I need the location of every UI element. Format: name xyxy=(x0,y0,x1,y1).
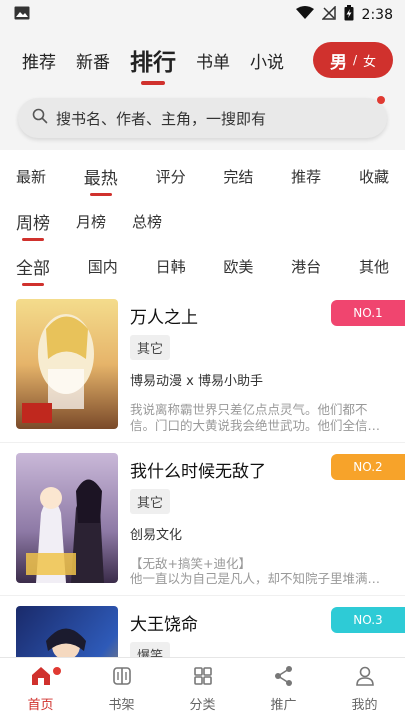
filter-hottest[interactable]: 最热 xyxy=(84,164,118,189)
rank-badge: NO.3 xyxy=(331,607,405,633)
nav-label: 书架 xyxy=(108,698,135,713)
filter-western[interactable]: 欧美 xyxy=(223,256,253,277)
nav-category[interactable]: 分类 xyxy=(162,658,243,720)
book-tag: 其它 xyxy=(130,335,171,360)
filter-domestic[interactable]: 国内 xyxy=(88,256,118,277)
list-item[interactable]: 大王饶命 爆笑 NO.3 xyxy=(0,595,405,666)
book-desc-line1: 【无敌+搞笑+迪化】 xyxy=(130,556,251,570)
filter-all-time[interactable]: 总榜 xyxy=(132,211,162,232)
rank-badge: NO.1 xyxy=(331,300,405,326)
search-placeholder: 搜书名、作者、主角，一搜即有 xyxy=(56,109,267,128)
tab-new[interactable]: 新番 xyxy=(76,48,110,73)
home-icon xyxy=(30,665,52,694)
rank-badge: NO.2 xyxy=(331,454,405,480)
tab-booklist[interactable]: 书单 xyxy=(196,48,230,73)
notification-dot xyxy=(377,96,385,104)
nav-label: 推广 xyxy=(270,698,297,713)
filter-hk-taiwan[interactable]: 港台 xyxy=(291,256,321,277)
book-author: 博易动漫 x 博易小助手 xyxy=(130,374,263,389)
nav-profile[interactable]: 我的 xyxy=(324,658,405,720)
nav-label: 我的 xyxy=(351,698,378,713)
search-input[interactable]: 搜书名、作者、主角，一搜即有 xyxy=(18,98,387,138)
filter-rating[interactable]: 评分 xyxy=(156,166,186,187)
book-cover[interactable] xyxy=(16,453,118,583)
wifi-icon xyxy=(295,6,314,24)
share-icon xyxy=(273,665,295,694)
region-filter-row: 全部 国内 日韩 欧美 港台 其他 xyxy=(0,244,405,289)
filter-weekly[interactable]: 周榜 xyxy=(16,209,50,234)
book-desc-line1: 我说离称霸世界只差亿点点灵气。他们都不 xyxy=(130,402,368,417)
no-signal-icon xyxy=(320,5,336,24)
tab-recommend[interactable]: 推荐 xyxy=(22,48,56,73)
filter-all[interactable]: 全部 xyxy=(16,254,50,279)
gallery-notification-icon xyxy=(14,6,30,24)
category-icon xyxy=(192,665,214,694)
book-desc-line2: 他一直以为自己是凡人，却不知院子里堆满… xyxy=(130,571,381,585)
gender-toggle[interactable]: 男 / 女 xyxy=(313,42,393,78)
top-tab-bar: 推荐 新番 排行 书单 小说 男 / 女 xyxy=(0,30,405,90)
list-item[interactable]: 我什么时候无敌了 其它 创易文化 【无敌+搞笑+迪化】 他一直以为自己是凡人，却… xyxy=(0,442,405,595)
filter-completed[interactable]: 完结 xyxy=(223,166,253,187)
filter-panel: 最新 最热 评分 完结 推荐 收藏 周榜 月榜 总榜 全部 国内 日韩 欧美 港… xyxy=(0,150,405,289)
book-list: 万人之上 其它 博易动漫 x 博易小助手 我说离称霸世界只差亿点点灵气。他们都不… xyxy=(0,289,405,666)
nav-home[interactable]: 首页 xyxy=(0,658,81,720)
book-desc-line2: 信。门口的大黄说我会绝世武功。他们全信… xyxy=(130,417,381,433)
battery-charging-icon xyxy=(344,5,354,25)
book-author: 创易文化 xyxy=(130,528,183,543)
gender-female[interactable]: 女 xyxy=(363,51,376,70)
filter-other[interactable]: 其他 xyxy=(359,256,389,277)
tab-ranking[interactable]: 排行 xyxy=(130,43,176,77)
notification-dot xyxy=(52,667,61,675)
filter-favorites[interactable]: 收藏 xyxy=(359,166,389,187)
search-icon xyxy=(32,108,56,128)
status-time: 2:38 xyxy=(361,7,393,23)
filter-monthly[interactable]: 月榜 xyxy=(76,211,106,232)
sort-filter-row: 最新 最热 评分 完结 推荐 收藏 xyxy=(0,154,405,199)
book-cover[interactable] xyxy=(16,299,118,429)
filter-recommended[interactable]: 推荐 xyxy=(291,166,321,187)
tab-novel[interactable]: 小说 xyxy=(250,48,284,73)
nav-bookshelf[interactable]: 书架 xyxy=(81,658,162,720)
nav-promote[interactable]: 推广 xyxy=(243,658,324,720)
profile-icon xyxy=(354,665,376,694)
book-tag: 其它 xyxy=(130,489,171,514)
status-bar: 2:38 xyxy=(0,0,405,30)
bottom-nav: 首页 书架 分类 推广 我的 xyxy=(0,657,405,720)
gender-separator: / xyxy=(352,53,358,67)
filter-japan-korea[interactable]: 日韩 xyxy=(156,256,186,277)
filter-latest[interactable]: 最新 xyxy=(16,166,46,187)
bookshelf-icon xyxy=(111,665,133,694)
search-section: 搜书名、作者、主角，一搜即有 xyxy=(0,90,405,150)
nav-label: 分类 xyxy=(189,698,216,713)
gender-male[interactable]: 男 xyxy=(330,48,347,73)
nav-label: 首页 xyxy=(27,698,54,713)
period-filter-row: 周榜 月榜 总榜 xyxy=(0,199,405,244)
list-item[interactable]: 万人之上 其它 博易动漫 x 博易小助手 我说离称霸世界只差亿点点灵气。他们都不… xyxy=(0,289,405,442)
